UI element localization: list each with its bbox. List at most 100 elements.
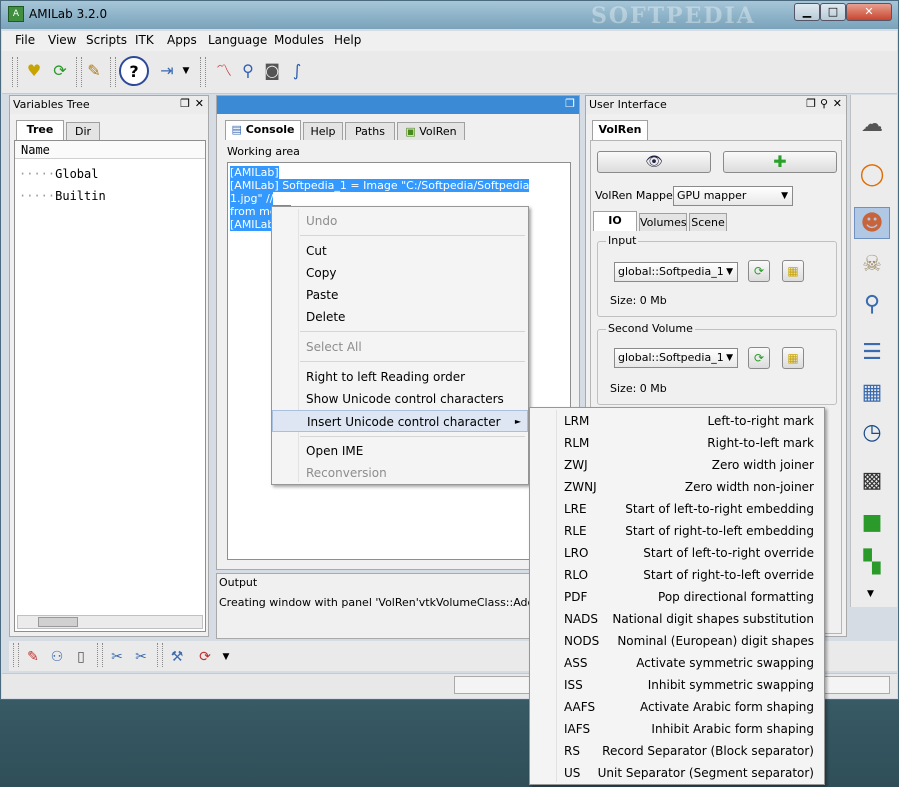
tab-dir[interactable]: Dir <box>66 122 100 140</box>
add-button[interactable]: ✚ <box>723 151 837 173</box>
toolbar-grip[interactable] <box>97 643 103 667</box>
close-button[interactable]: ✕ <box>846 3 892 21</box>
second-volume-select[interactable]: global::Softpedia_1 ▼ <box>614 348 738 368</box>
tab-scene[interactable]: Scene <box>689 213 727 231</box>
tab-io[interactable]: IO <box>593 211 637 231</box>
menu-language[interactable]: Language <box>208 33 267 47</box>
menu-delete[interactable]: Delete <box>272 306 528 328</box>
menu-view[interactable]: View <box>48 33 76 47</box>
unicode-item-lro[interactable]: LRO Start of left-to-right override <box>530 542 824 564</box>
menu-reconversion[interactable]: Reconversion <box>272 462 528 484</box>
float-icon[interactable]: ❐ <box>806 97 816 110</box>
refresh-colored-icon[interactable]: ⟳ <box>193 645 217 669</box>
unicode-item-zwj[interactable]: ZWJ Zero width joiner <box>530 454 824 476</box>
lines-icon[interactable]: ☰ <box>854 337 890 369</box>
load-image-icon[interactable]: ▦ <box>782 347 804 369</box>
console-panel-titlebar[interactable] <box>217 96 579 114</box>
chevron-down-icon[interactable]: ▼ <box>867 589 874 599</box>
menu-insert-unicode[interactable]: Insert Unicode control character ► <box>272 410 528 432</box>
cube-icon[interactable]: ■ <box>854 507 890 539</box>
skull-icon[interactable]: ☠ <box>854 249 890 281</box>
grid-icon[interactable]: ▩ <box>854 465 890 497</box>
menu-help[interactable]: Help <box>334 33 361 47</box>
view-button[interactable]: 👁 <box>597 151 711 173</box>
tool-icon[interactable]: ✂ <box>105 645 129 669</box>
tool-icon[interactable]: ✂ <box>129 645 153 669</box>
tree-item-builtin[interactable]: ·····Builtin <box>19 189 106 203</box>
cubes-icon[interactable]: ▚ <box>854 547 890 579</box>
zoom-icon[interactable]: ⚲ <box>236 59 260 83</box>
unicode-item-zwnj[interactable]: ZWNJ Zero width non-joiner <box>530 476 824 498</box>
maximize-button[interactable]: □ <box>820 3 846 21</box>
unicode-item-us[interactable]: US Unit Separator (Segment separator) <box>530 762 824 784</box>
close-icon[interactable]: ✕ <box>195 97 204 110</box>
unicode-item-rs[interactable]: RS Record Separator (Block separator) <box>530 740 824 762</box>
document-icon[interactable]: ▯ <box>69 645 93 669</box>
open-script-icon[interactable]: ♥ <box>22 59 46 83</box>
unicode-item-lre[interactable]: LRE Start of left-to-right embedding <box>530 498 824 520</box>
clock-icon[interactable]: ◷ <box>854 417 890 449</box>
menu-apps[interactable]: Apps <box>167 33 197 47</box>
tab-paths[interactable]: Paths <box>345 122 395 140</box>
load-image-icon[interactable]: ▦ <box>782 260 804 282</box>
network-icon[interactable]: ⚇ <box>45 645 69 669</box>
unicode-item-aafs[interactable]: AAFS Activate Arabic form shaping <box>530 696 824 718</box>
torus-icon[interactable]: ◯ <box>854 159 890 191</box>
unicode-item-iss[interactable]: ISS Inhibit symmetric swapping <box>530 674 824 696</box>
volren-mapper-select[interactable]: GPU mapper ▼ <box>673 186 793 206</box>
title-bar[interactable]: A AMILab 3.2.0 SOFTPEDIA ▁ □ ✕ <box>1 1 898 29</box>
toolbar-dropdown-icon[interactable]: ▼ <box>219 645 233 669</box>
unicode-item-rlo[interactable]: RLO Start of right-to-left override <box>530 564 824 586</box>
curve-icon[interactable]: ∫ <box>285 59 309 83</box>
toolbar-grip[interactable] <box>12 57 18 87</box>
tab-help[interactable]: Help <box>303 122 343 140</box>
input-volume-select[interactable]: global::Softpedia_1 ▼ <box>614 262 738 282</box>
menu-show-unicode[interactable]: Show Unicode control characters <box>272 388 528 410</box>
scrollbar-thumb[interactable] <box>38 617 78 627</box>
unicode-item-lrm[interactable]: LRM Left-to-right mark <box>530 410 824 432</box>
toolbar-dropdown-icon[interactable]: ▼ <box>179 59 193 83</box>
minimize-button[interactable]: ▁ <box>794 3 820 21</box>
refresh-icon[interactable]: ⟳ <box>748 260 770 282</box>
column-header-name[interactable]: Name <box>15 141 205 159</box>
menu-select-all[interactable]: Select All <box>272 336 528 358</box>
camera-icon[interactable]: ◙ <box>260 59 284 83</box>
calculator-icon[interactable]: ▦ <box>854 377 890 409</box>
tab-console[interactable]: ▤ Console <box>225 120 301 140</box>
brain-icon[interactable]: ☁ <box>854 109 890 141</box>
menu-paste[interactable]: Paste <box>272 284 528 306</box>
float-icon[interactable]: ❐ <box>565 97 575 110</box>
menu-itk[interactable]: ITK <box>135 33 154 47</box>
unicode-item-pdf[interactable]: PDF Pop directional formatting <box>530 586 824 608</box>
clean-icon[interactable]: ✎ <box>82 59 106 83</box>
head-icon[interactable]: ☻ <box>854 207 890 239</box>
toolbar-grip[interactable] <box>157 643 163 667</box>
menu-cut[interactable]: Cut <box>272 240 528 262</box>
unicode-item-rlm[interactable]: RLM Right-to-left mark <box>530 432 824 454</box>
wrench-icon[interactable]: ⚒ <box>165 645 189 669</box>
edit-icon[interactable]: ✎ <box>21 645 45 669</box>
menu-copy[interactable]: Copy <box>272 262 528 284</box>
unicode-item-ass[interactable]: ASS Activate symmetric swapping <box>530 652 824 674</box>
toolbar-grip[interactable] <box>13 643 19 667</box>
unicode-item-nods[interactable]: NODS Nominal (European) digit shapes <box>530 630 824 652</box>
toolbar-grip[interactable] <box>110 57 116 87</box>
close-icon[interactable]: ✕ <box>833 97 842 110</box>
float-icon[interactable]: ❐ <box>180 97 190 110</box>
horizontal-scrollbar[interactable] <box>17 615 203 629</box>
menu-undo[interactable]: Undo <box>272 210 528 232</box>
help-icon[interactable]: ? <box>119 56 149 86</box>
exit-icon[interactable]: ⇥ <box>155 59 179 83</box>
reload-icon[interactable]: ⟳ <box>48 59 72 83</box>
unicode-item-nads[interactable]: NADS National digit shapes substitution <box>530 608 824 630</box>
magnifier-icon[interactable]: ⚲ <box>854 289 890 321</box>
tab-tree[interactable]: Tree <box>16 120 64 140</box>
menu-open-ime[interactable]: Open IME <box>272 440 528 462</box>
unicode-item-rle[interactable]: RLE Start of right-to-left embedding <box>530 520 824 542</box>
menu-scripts[interactable]: Scripts <box>86 33 127 47</box>
menu-file[interactable]: File <box>15 33 35 47</box>
tab-volren-ui[interactable]: VolRen <box>592 120 648 140</box>
pin-icon[interactable]: ⚲ <box>820 97 828 110</box>
menu-rtl-reading-order[interactable]: Right to left Reading order <box>272 366 528 388</box>
refresh-icon[interactable]: ⟳ <box>748 347 770 369</box>
